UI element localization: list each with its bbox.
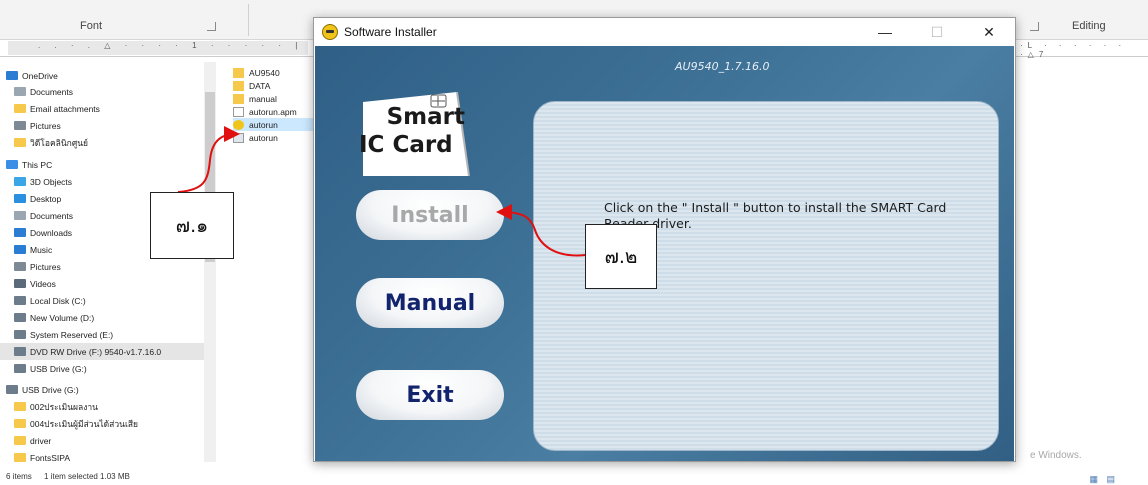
arrow-to-autorun [177, 126, 240, 193]
arrow-to-install [496, 204, 586, 257]
annotation-step-7-2: ๗.๒ [585, 224, 657, 289]
annotation-step-7-1: ๗.๑ [150, 192, 234, 259]
